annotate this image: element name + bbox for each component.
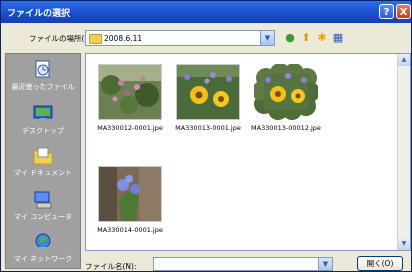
back-icon[interactable]: ●	[283, 31, 297, 45]
look-in-value: 2008.6.11	[104, 34, 143, 43]
view-menu-icon[interactable]: ▦	[331, 31, 345, 45]
new-folder-icon[interactable]: ✱	[315, 31, 329, 45]
file-name: MA330012-0001.jpe	[97, 124, 163, 132]
file-open-dialog: ファイルの選択 ? X ファイルの場所(I): 2008.6.11 ▼ ● ⬆ …	[0, 0, 412, 272]
desktop-icon	[33, 105, 53, 121]
place-my-network[interactable]: マイ ネットワーク	[6, 232, 80, 264]
place-my-documents[interactable]: マイ ドキュメント	[6, 146, 80, 178]
flower-photo-thumbnail	[177, 65, 239, 119]
my-documents-icon	[33, 147, 53, 165]
file-thumbnail	[98, 166, 162, 222]
up-folder-icon[interactable]: ⬆	[299, 31, 313, 45]
folder-icon	[89, 34, 102, 44]
look-in-row: ファイルの場所(I): 2008.6.11 ▼ ● ⬆ ✱ ▦	[1, 27, 411, 49]
places-bar: 最近使ったファイル デスクトップ マイ ドキュメント マイ コンピュータ マイ …	[5, 53, 81, 269]
file-item[interactable]: MA330014-0001.jpe	[92, 166, 168, 246]
chevron-down-icon[interactable]: ▼	[260, 31, 274, 45]
flower-photo-thumbnail	[99, 65, 161, 119]
file-name-input[interactable]: ▼	[153, 257, 333, 271]
file-name-label: ファイル名(N):	[85, 262, 137, 271]
window-title: ファイルの選択	[7, 9, 71, 19]
look-in-dropdown[interactable]: 2008.6.11 ▼	[85, 30, 275, 46]
chevron-down-icon[interactable]: ▼	[318, 258, 332, 270]
file-list-pane[interactable]: MA330012-0001.jpe MA330013-0001.jpe MA33…	[85, 53, 411, 251]
place-recent[interactable]: 最近使ったファイル	[6, 60, 80, 92]
scroll-up-icon[interactable]: ▲	[398, 54, 410, 66]
file-item[interactable]: MA330012-0001.jpe	[92, 64, 168, 144]
file-name: MA330013-00012.jpe	[251, 124, 321, 132]
recent-documents-icon	[35, 60, 50, 78]
flower-photo-thumbnail	[99, 167, 161, 221]
file-thumbnail	[176, 64, 240, 120]
file-name: MA330013-0001.jpe	[175, 124, 241, 132]
my-computer-icon	[34, 191, 52, 209]
look-in-label: ファイルの場所(I):	[29, 34, 93, 43]
place-label: マイ ドキュメント	[13, 169, 73, 177]
place-my-computer[interactable]: マイ コンピュータ	[6, 190, 80, 222]
file-thumbnail	[98, 64, 162, 120]
file-name-row: ファイル名(N): ▼ 開く(O)	[85, 256, 411, 272]
help-button[interactable]: ?	[379, 4, 394, 19]
place-label: 最近使ったファイル	[11, 83, 75, 91]
file-name: MA330014-0001.jpe	[97, 226, 163, 234]
vertical-scrollbar[interactable]: ▲ ▼	[397, 54, 410, 250]
place-label: マイ コンピュータ	[13, 213, 73, 221]
place-desktop[interactable]: デスクトップ	[6, 104, 80, 136]
title-bar[interactable]: ファイルの選択 ? X	[1, 1, 411, 23]
place-label: デスクトップ	[22, 127, 64, 135]
file-item[interactable]: MA330013-0001.jpe	[170, 64, 246, 144]
place-label: マイ ネットワーク	[13, 255, 73, 263]
close-button[interactable]: X	[396, 4, 411, 19]
open-button[interactable]: 開く(O)	[357, 256, 403, 271]
my-network-icon	[35, 233, 51, 250]
flower-photo-thumbnail	[254, 64, 318, 120]
file-item[interactable]: MA330013-00012.jpe	[248, 64, 324, 144]
scroll-down-icon[interactable]: ▼	[398, 238, 410, 250]
file-thumbnail	[254, 64, 318, 120]
